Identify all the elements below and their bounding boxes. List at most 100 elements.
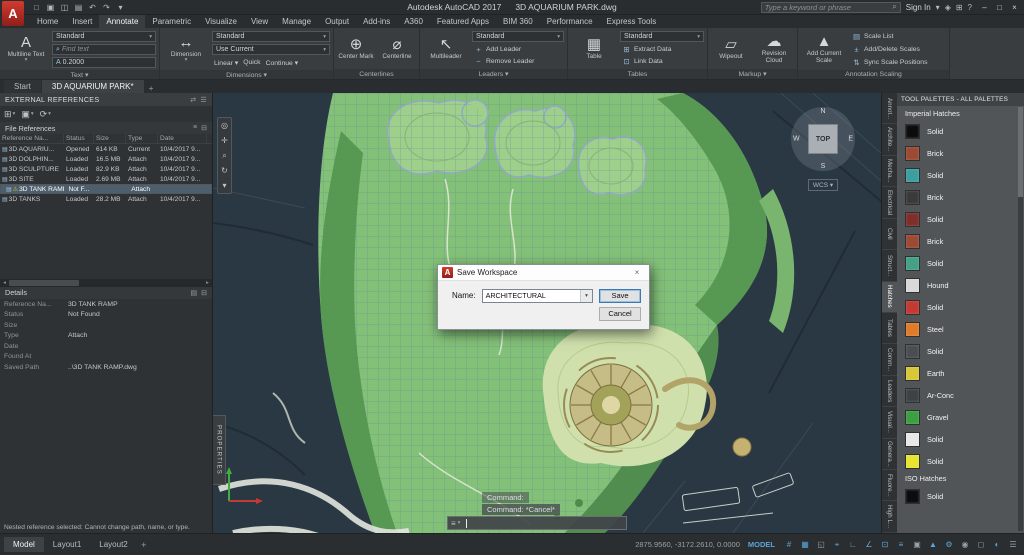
panel-label-dimensions[interactable]: Dimensions ▾: [160, 70, 333, 79]
viewcube-compass[interactable]: N W S E TOP: [791, 107, 855, 171]
tool-palettes-title[interactable]: TOOL PALETTES - ALL PALETTES: [897, 93, 1024, 106]
hatch-tool[interactable]: Ar-Conc: [905, 384, 1022, 406]
find-text-input[interactable]: [62, 46, 152, 53]
xref-row[interactable]: ▤ ⚠ 3D DOLPHIN... Loaded 16.5 MB Attach …: [0, 154, 212, 164]
compass-east-label[interactable]: E: [848, 136, 853, 143]
centerline-tool-button[interactable]: ⊕ Center Mark: [337, 30, 375, 67]
hatch-tool[interactable]: Hound: [905, 274, 1022, 296]
save-button[interactable]: Save: [599, 289, 641, 303]
ribbon-tab[interactable]: Insert: [65, 15, 99, 28]
snap-mode-icon[interactable]: ▦: [798, 538, 812, 552]
ribbon-tab[interactable]: BIM 360: [496, 15, 540, 28]
tool-palette-scrollbar[interactable]: [1018, 107, 1023, 531]
ortho-mode-icon[interactable]: ∟: [846, 538, 860, 552]
xref-row[interactable]: ▤ ⚠ 3D SCULPTURE Loaded 82.9 KB Attach 1…: [0, 164, 212, 174]
command-input-bar[interactable]: ≡ ▾: [447, 516, 627, 530]
xref-row[interactable]: ▤ ⚠ 3D SITE Loaded 2.69 MB Attach 10/4/2…: [0, 174, 212, 184]
ribbon-tab[interactable]: Express Tools: [600, 15, 664, 28]
table-tool-button[interactable]: ⊞ Extract Data: [620, 44, 704, 55]
layout-tab[interactable]: Layout1: [44, 537, 90, 552]
table-tool-button[interactable]: ⊡ Link Data: [620, 56, 704, 67]
hatch-tool[interactable]: Solid: [905, 296, 1022, 318]
undo-icon[interactable]: ↶: [86, 3, 99, 12]
tool-palette-tab[interactable]: Civil: [882, 219, 897, 250]
tool-palette-tab[interactable]: Archite...: [882, 124, 897, 155]
details-view-icon[interactable]: ▤: [191, 289, 198, 297]
tool-palette-tab[interactable]: High L...: [882, 501, 897, 532]
help-search-input[interactable]: [765, 3, 893, 12]
xref-row[interactable]: ▤ ⚠ 3D TANK RAMP Not F... Attach: [0, 184, 212, 194]
new-layout-button[interactable]: +: [137, 540, 151, 550]
exchange-apps-icon[interactable]: ⊞: [956, 3, 963, 12]
hatch-tool[interactable]: Solid: [905, 450, 1022, 472]
tool-palette-tab[interactable]: Electrical: [882, 187, 897, 218]
hatch-tool[interactable]: Solid: [905, 164, 1022, 186]
hatch-tool[interactable]: Solid: [905, 208, 1022, 230]
document-tab[interactable]: Start: [4, 80, 41, 93]
document-tab[interactable]: 3D AQUARIUM PARK*: [42, 80, 144, 93]
cancel-button[interactable]: Cancel: [599, 307, 641, 321]
help-icon[interactable]: ?: [968, 3, 972, 12]
workspace-name-combobox[interactable]: ARCHITECTURAL ▾: [482, 289, 593, 303]
signin-dropdown-icon[interactable]: ▾: [936, 3, 940, 12]
hatch-tool[interactable]: Steel: [905, 318, 1022, 340]
preview-icon[interactable]: ⊟: [201, 289, 207, 297]
add-current-scale-button[interactable]: ▲ Add Current Scale: [801, 30, 847, 68]
tool-palette-tab[interactable]: Comm...: [882, 344, 897, 375]
hatch-tool[interactable]: Brick: [905, 142, 1022, 164]
dynamic-input-icon[interactable]: ⌖: [830, 538, 844, 552]
text-height-input[interactable]: [63, 59, 152, 66]
dimension-button[interactable]: ↔ Dimension ▾: [163, 30, 209, 68]
annotation-scale-tool-button[interactable]: ± Add/Delete Scales: [850, 44, 946, 55]
tool-palette-tab[interactable]: Genera...: [882, 439, 897, 470]
compass-south-label[interactable]: S: [821, 163, 826, 170]
command-customize-icon[interactable]: ≡: [451, 519, 456, 528]
multileader-button[interactable]: ↖ Multileader: [423, 30, 469, 67]
sign-in-button[interactable]: Sign In: [906, 3, 931, 12]
customize-icon[interactable]: ☰: [1006, 538, 1020, 552]
layout-tab[interactable]: Layout2: [90, 537, 136, 552]
polar-tracking-icon[interactable]: ∠: [862, 538, 876, 552]
hatch-tool[interactable]: Solid: [905, 428, 1022, 450]
table-button[interactable]: ▦ Table: [571, 30, 617, 67]
a360-icon[interactable]: ◈: [945, 3, 951, 12]
xref-horizontal-scrollbar[interactable]: ◂ ▸: [0, 279, 212, 287]
centerline-tool-button[interactable]: ⌀ Centerline: [378, 30, 416, 67]
layout-tab[interactable]: Model: [4, 537, 44, 552]
list-view-icon[interactable]: ≡: [193, 124, 197, 132]
redo-icon[interactable]: ↷: [100, 3, 113, 12]
tool-palette-tab[interactable]: Annot...: [882, 93, 897, 124]
transparency-icon[interactable]: ▣: [910, 538, 924, 552]
dimension-tool-button[interactable]: Quick: [241, 57, 262, 68]
multiline-text-button[interactable]: A Multiline Text ▾: [3, 30, 49, 68]
refresh-button[interactable]: ⟳▾: [40, 109, 51, 120]
minimize-button[interactable]: –: [977, 3, 992, 12]
ribbon-tab[interactable]: Add-ins: [356, 15, 397, 28]
tool-palette-tab[interactable]: Mecha...: [882, 156, 897, 187]
new-document-tab-button[interactable]: +: [145, 84, 158, 93]
qat-dropdown-icon[interactable]: ▾: [114, 3, 127, 12]
lineweight-icon[interactable]: ≡: [894, 538, 908, 552]
dimension-layer-select[interactable]: Use Current▾: [212, 44, 330, 55]
attach-image-button[interactable]: ▣▾: [21, 109, 33, 120]
hatch-tool[interactable]: Earth: [905, 362, 1022, 384]
zoom-icon[interactable]: ⌕: [218, 148, 231, 163]
workspace-switching-icon[interactable]: ⚙: [942, 538, 956, 552]
tool-palette-tab[interactable]: Leaders: [882, 376, 897, 407]
panel-label-tables[interactable]: Tables: [568, 69, 707, 79]
leader-tool-button[interactable]: + Add Leader: [472, 44, 564, 55]
attach-dwg-button[interactable]: ⊞▾: [4, 109, 15, 120]
ribbon-tab[interactable]: Parametric: [145, 15, 198, 28]
infer-constraints-icon[interactable]: ◱: [814, 538, 828, 552]
ribbon-tab[interactable]: A360: [397, 15, 430, 28]
xref-list-empty-area[interactable]: [0, 204, 212, 279]
ribbon-tab[interactable]: View: [244, 15, 275, 28]
ribbon-tab[interactable]: Performance: [540, 15, 600, 28]
hatch-tool[interactable]: Gravel: [905, 406, 1022, 428]
wcs-selector[interactable]: WCS ▾: [808, 179, 838, 191]
autohide-icon[interactable]: ⇄: [190, 96, 196, 104]
tool-palette-tab[interactable]: Hatches: [882, 282, 897, 313]
tool-palette-tab[interactable]: Struct...: [882, 250, 897, 281]
object-snap-icon[interactable]: ⊡: [878, 538, 892, 552]
app-menu-button[interactable]: A: [2, 1, 24, 26]
